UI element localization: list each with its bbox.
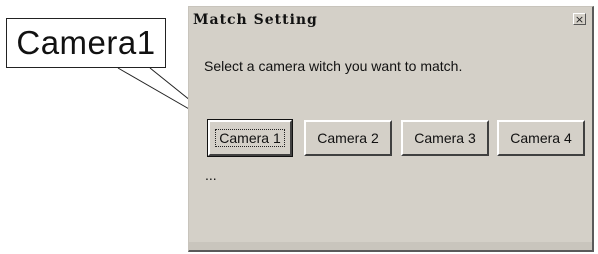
close-icon: × <box>574 12 585 26</box>
dialog-bottom-edge <box>189 242 592 250</box>
camera-2-button[interactable]: Camera 2 <box>304 120 392 156</box>
camera-1-label: Camera 1 <box>215 129 285 147</box>
dialog-titlebar: Match Setting × <box>189 7 592 33</box>
camera-1-button[interactable]: Camera 1 <box>207 119 293 157</box>
callout-box: Camera1 <box>6 18 166 68</box>
camera-2-label: Camera 2 <box>317 130 379 146</box>
match-setting-dialog: Match Setting × Select a camera witch yo… <box>188 6 594 252</box>
camera-4-label: Camera 4 <box>510 130 572 146</box>
dialog-title: Match Setting <box>193 12 318 28</box>
close-button[interactable]: × <box>573 13 586 25</box>
prompt-text: Select a camera witch you want to match. <box>204 58 463 74</box>
callout-label: Camera1 <box>16 24 156 61</box>
camera-3-button[interactable]: Camera 3 <box>401 120 489 156</box>
camera-4-button[interactable]: Camera 4 <box>497 120 585 156</box>
more-indicator: ... <box>205 167 217 183</box>
camera-3-label: Camera 3 <box>414 130 476 146</box>
